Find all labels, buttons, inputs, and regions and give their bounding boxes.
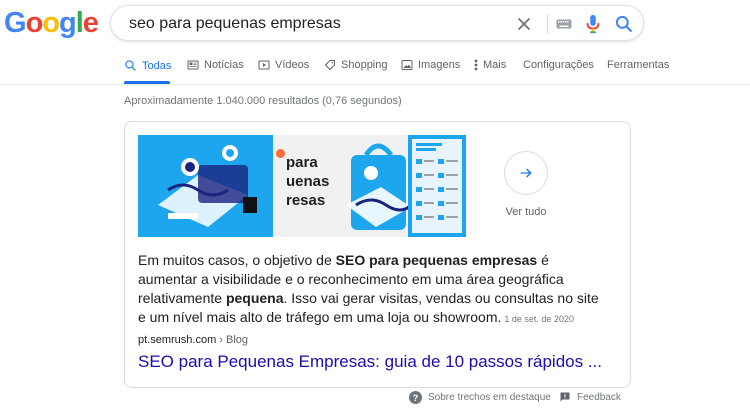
- about-label: Sobre trechos em destaque: [428, 392, 551, 403]
- about-featured-snippets[interactable]: ? Sobre trechos em destaque: [409, 391, 551, 404]
- snippet-date: 1 de set. de 2020: [504, 314, 574, 324]
- search-box[interactable]: seo para pequenas empresas: [110, 5, 644, 41]
- tab-news[interactable]: Notícias: [187, 59, 244, 71]
- thumbnail-image[interactable]: para uenas resas: [273, 135, 408, 237]
- tag-icon: [324, 60, 335, 71]
- tab-label: Vídeos: [275, 59, 310, 71]
- tab-label: Configurações: [523, 59, 594, 71]
- search-icon: [125, 60, 136, 71]
- snippet-highlight: SEO para pequenas empresas: [335, 252, 538, 268]
- search-divider: [547, 14, 548, 34]
- keyboard-icon[interactable]: [555, 15, 573, 33]
- result-domain: pt.semrush.com: [138, 334, 217, 346]
- brand-dot-icon: [276, 149, 285, 158]
- search-submit-icon[interactable]: [614, 14, 634, 34]
- result-breadcrumb: › Blog: [216, 334, 249, 346]
- tab-label: Todas: [142, 59, 172, 72]
- close-icon[interactable]: [513, 13, 535, 35]
- feedback-button[interactable]: Feedback: [559, 391, 621, 403]
- illustration-image: [346, 143, 408, 230]
- microphone-icon[interactable]: [585, 13, 601, 35]
- snippet-text: Em muitos casos, o objetivo de SEO para …: [138, 251, 608, 329]
- video-icon: [258, 60, 270, 70]
- tab-label: Mais: [483, 59, 507, 71]
- featured-snippet-card: para uenas resas Ver tudo Em muitos caso…: [124, 121, 631, 388]
- help-icon: ?: [409, 391, 422, 404]
- snippet-part: Em muitos casos, o objetivo de: [138, 252, 336, 268]
- tab-label: Shopping: [341, 59, 388, 71]
- thumbnail-image[interactable]: [408, 135, 466, 237]
- image-icon: [401, 60, 413, 70]
- see-all-label[interactable]: Ver tudo: [495, 206, 557, 218]
- tab-more[interactable]: Mais: [474, 59, 506, 71]
- tab-images[interactable]: Imagens: [401, 59, 460, 71]
- tab-label: Imagens: [418, 59, 461, 71]
- result-url: pt.semrush.com › Blog: [138, 334, 248, 346]
- infographic-image: [412, 139, 462, 233]
- feedback-icon: [560, 392, 570, 402]
- tab-settings[interactable]: Configurações: [523, 59, 594, 71]
- tab-tools[interactable]: Ferramentas: [607, 59, 669, 71]
- tab-videos[interactable]: Vídeos: [258, 59, 309, 71]
- illustration-image: [158, 145, 257, 227]
- newspaper-icon: [187, 60, 199, 70]
- see-all-button[interactable]: [504, 151, 548, 195]
- tab-label: Notícias: [204, 59, 244, 71]
- image-carousel[interactable]: para uenas resas: [138, 135, 466, 237]
- search-input[interactable]: seo para pequenas empresas: [129, 15, 341, 33]
- tab-label: Ferramentas: [607, 59, 670, 71]
- more-vert-icon: [474, 59, 478, 71]
- arrow-right-icon: [520, 168, 532, 178]
- feedback-label: Feedback: [577, 391, 621, 403]
- results-stats: Aproximadamente 1.040.000 resultados (0,…: [124, 95, 402, 107]
- search-tabs: Todas Notícias Vídeos Shopping Imagens M…: [0, 54, 750, 85]
- result-title-link[interactable]: SEO para Pequenas Empresas: guia de 10 p…: [138, 352, 602, 372]
- google-logo[interactable]: Google: [4, 7, 99, 40]
- snippet-highlight: pequena: [225, 290, 284, 306]
- thumbnail-image[interactable]: [138, 135, 273, 237]
- thumbnail-caption: para uenas resas: [286, 154, 330, 209]
- tab-all[interactable]: Todas: [124, 59, 171, 72]
- active-tab-indicator: [124, 81, 170, 84]
- tab-shopping[interactable]: Shopping: [324, 59, 388, 71]
